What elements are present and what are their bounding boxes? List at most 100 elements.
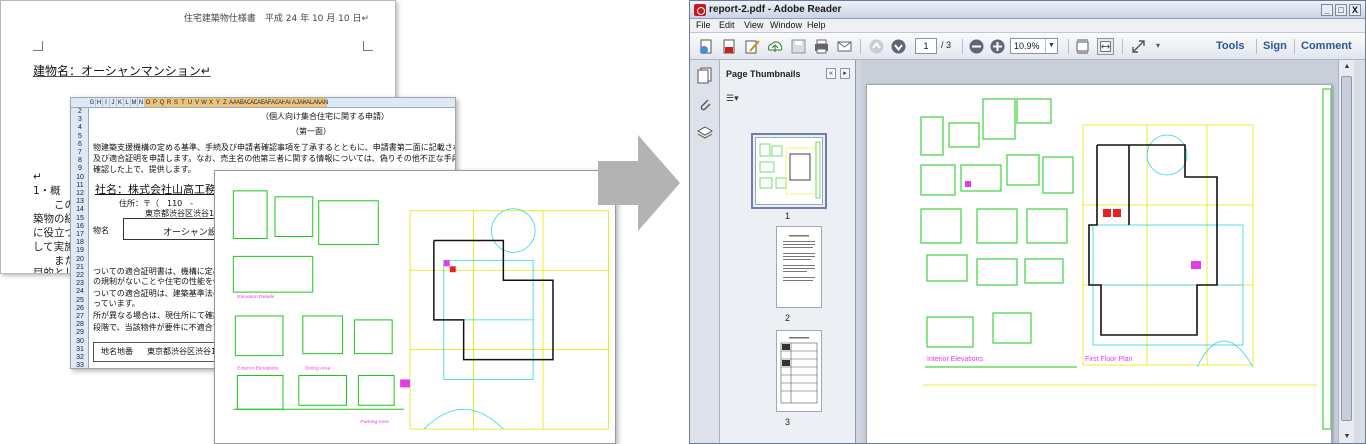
maximize-button[interactable]: □ <box>1335 4 1347 16</box>
column-header: AL <box>306 98 314 107</box>
row-header: 15 <box>76 214 84 222</box>
window-title: report-2.pdf - Adobe Reader <box>709 4 842 15</box>
toolbar-separator <box>962 39 963 54</box>
thumbnail-options-icon[interactable]: ☰▾ <box>726 93 744 105</box>
column-header: AC <box>243 98 252 107</box>
column-header: K <box>117 98 124 107</box>
zoom-in-icon[interactable] <box>989 38 1006 55</box>
thumbnail-page-3[interactable] <box>776 330 822 412</box>
row-header: 8 <box>78 157 82 165</box>
row-header: 10 <box>76 173 84 181</box>
document-header: 住宅建築物仕様書 平成 24 年 10 月 10 日↵ <box>183 14 369 24</box>
crop-mark <box>33 41 43 51</box>
column-header: G <box>89 98 96 107</box>
thumbnails-header: Page Thumbnails « ▸ <box>720 60 855 84</box>
column-header: U <box>187 98 194 107</box>
save-icon[interactable] <box>790 38 807 55</box>
cad-drawing: Elevation Details Exterior Elevations Di… <box>232 190 609 430</box>
thumbnail-form <box>780 337 818 404</box>
column-header: T <box>180 98 187 107</box>
document-viewport: Interior Elevations First Floor Plan <box>862 60 1338 443</box>
doc-line: ↵ <box>33 171 42 183</box>
create-pdf-icon[interactable] <box>698 38 715 55</box>
adobe-reader-window: report-2.pdf - Adobe Reader _ □ X File E… <box>689 0 1366 444</box>
row-header: 3 <box>78 116 82 124</box>
zoom-level-select[interactable]: 10.9% ▼ <box>1010 38 1058 54</box>
thumbnail-text <box>783 235 815 281</box>
column-header: AB <box>236 98 245 107</box>
email-icon[interactable] <box>836 38 853 55</box>
title-bar: report-2.pdf - Adobe Reader _ □ X <box>690 1 1365 19</box>
note-line: っています。 <box>93 299 140 308</box>
column-header-bar: G H I J K L M N O P Q R S T U V W X Y Z AA AB AC AD AE AF AG AH AI AJ… <box>71 98 455 108</box>
sign-button[interactable]: Sign <box>1263 40 1287 52</box>
next-page-icon[interactable] <box>890 38 907 55</box>
cad-label: Elevation Details <box>237 294 274 300</box>
menu-view[interactable]: View <box>744 20 763 30</box>
row-header: 17 <box>76 231 84 238</box>
building-label: 物名 <box>93 226 109 235</box>
form-paragraph: 及び適合証明を申請します。なお、売主名の他第三者に関する情報については、偽りその… <box>93 154 456 163</box>
row-header: 21 <box>76 263 84 271</box>
table-value: 東京都渋谷区渋谷1丁 <box>147 347 225 356</box>
thumbnail-page-1[interactable] <box>751 133 827 209</box>
column-header: Y <box>215 98 222 107</box>
page-number-input[interactable]: 1 <box>915 38 937 54</box>
column-header: H <box>96 98 103 107</box>
combine-files-icon[interactable] <box>721 38 738 55</box>
chevron-down-icon[interactable]: ▼ <box>1045 39 1057 53</box>
row-header: 28 <box>76 321 84 329</box>
toolbar-overflow-icon[interactable]: ▾ <box>1156 41 1160 50</box>
right-arrow-icon <box>598 135 680 231</box>
toolbar-separator <box>860 39 861 54</box>
upload-icon[interactable] <box>767 38 784 55</box>
thumbnail-page-2[interactable] <box>776 226 822 308</box>
fit-width-icon[interactable] <box>1097 38 1114 55</box>
page-thumbnails-icon[interactable] <box>696 66 714 84</box>
menu-help[interactable]: Help <box>807 20 826 30</box>
previous-page-icon[interactable] <box>868 38 885 55</box>
print-icon[interactable] <box>813 38 830 55</box>
full-screen-icon[interactable] <box>1130 38 1147 55</box>
menu-window[interactable]: Window <box>770 20 802 30</box>
company-name: 社名：株式会社山高工務店 <box>95 183 227 196</box>
form-subheading: （第一面） <box>291 127 331 136</box>
thumbnail-label: 3 <box>784 417 790 427</box>
tools-button[interactable]: Tools <box>1216 40 1245 52</box>
menu-file[interactable]: File <box>696 20 711 30</box>
expand-panel-icon[interactable]: ▸ <box>840 68 850 79</box>
row-header: 24 <box>76 288 84 296</box>
fit-page-icon[interactable] <box>1074 38 1091 55</box>
column-header: AK <box>299 98 308 107</box>
comment-button[interactable]: Comment <box>1301 40 1352 52</box>
form-paragraph: 物建築支援機構の定める基準、手続及び申請者確認事項を了承するとともに、申請書第二… <box>93 143 455 152</box>
cad-drawing-sheet: Elevation Details Exterior Elevations Di… <box>214 170 616 444</box>
pdf-page: Interior Elevations First Floor Plan <box>866 84 1332 443</box>
row-header: 18 <box>76 239 84 247</box>
column-header: N <box>138 98 145 107</box>
column-header: AE <box>257 98 266 107</box>
collapse-panel-icon[interactable]: « <box>826 68 836 79</box>
minimize-button[interactable]: _ <box>1321 4 1333 16</box>
layers-icon[interactable] <box>696 124 714 142</box>
attachments-icon[interactable] <box>696 96 714 114</box>
edit-icon[interactable] <box>744 38 761 55</box>
scroll-thumb[interactable] <box>1341 76 1352 421</box>
column-header: AG <box>271 98 280 107</box>
form-heading: （個人向け集合住宅に関する申請） <box>261 112 389 121</box>
zoom-out-icon[interactable] <box>968 38 985 55</box>
vertical-scrollbar[interactable]: ▲ ▼ <box>1338 60 1355 443</box>
scroll-down-icon[interactable]: ▼ <box>1339 430 1355 443</box>
row-header: 31 <box>76 345 84 353</box>
row-header: 30 <box>76 337 84 345</box>
menu-edit[interactable]: Edit <box>719 20 735 30</box>
scroll-up-icon[interactable]: ▲ <box>1339 60 1355 74</box>
close-button[interactable]: X <box>1349 4 1361 16</box>
row-header: 5 <box>78 132 82 140</box>
row-header: 14 <box>76 206 84 214</box>
toolbar: 1 / 3 10.9% ▼ ▾ Tools Sign Comment <box>690 33 1365 60</box>
column-header: I <box>103 98 110 107</box>
drawing-label-floor: First Floor Plan <box>1085 356 1133 363</box>
cad-label: Parking Area <box>360 419 389 425</box>
building-value: オーシャン設 <box>163 228 217 238</box>
